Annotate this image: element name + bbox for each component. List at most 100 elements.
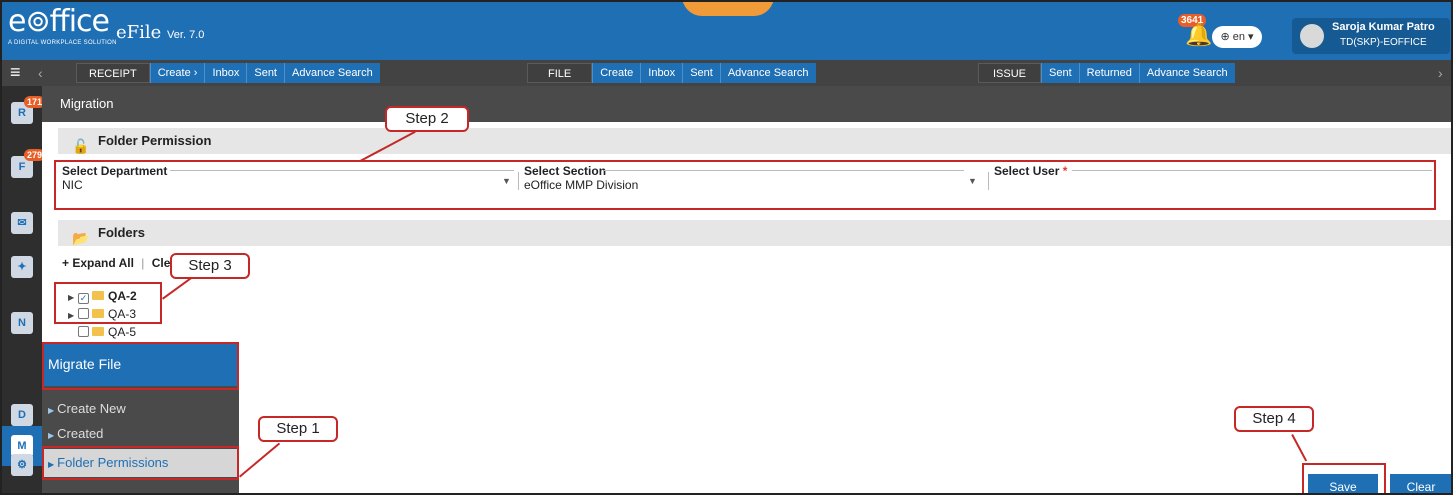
nav-issue-head[interactable]: ISSUE	[978, 63, 1042, 83]
user-role: TD(SKP)-EOFFICE	[1340, 37, 1427, 48]
clear-selection-button[interactable]: Cle	[152, 256, 171, 270]
folders-title: Folders	[98, 225, 145, 240]
tree-toolbar: + Expand All | Cle	[62, 256, 170, 270]
eoffice-logo: e⊚ffice A DIGITAL WORKPLACE SOLUTION eFi…	[8, 4, 204, 47]
caret-right-icon[interactable]: ▶	[68, 290, 78, 306]
nav-receipt-sent[interactable]: Sent	[246, 63, 284, 83]
folder-permission-header: 🔓 Folder Permission	[58, 128, 1451, 154]
folder-icon	[92, 291, 104, 300]
left-rail: R 171 F 279 ✉ ✦ N M D ⚙	[2, 86, 46, 493]
app-version: Ver. 7.0	[167, 29, 205, 41]
avatar	[1300, 24, 1324, 48]
folder-icon	[92, 309, 104, 318]
bell-icon[interactable]: 🔔	[1185, 22, 1212, 48]
menu-item-label: Create New	[57, 401, 126, 416]
nav-scroll-left-icon[interactable]: ‹	[38, 62, 52, 84]
folder-checkbox[interactable]	[78, 326, 89, 337]
caret-right-icon: ▶	[48, 431, 55, 440]
notification-icon[interactable]: N	[11, 312, 33, 334]
step3-callout: Step 3	[170, 253, 250, 279]
nav-receipt-inbox[interactable]: Inbox	[204, 63, 247, 83]
nav-group-receipt: RECEIPT Create › Inbox Sent Advance Sear…	[76, 63, 380, 83]
menu-item-folder-permissions[interactable]: ▶ Folder Permissions	[42, 449, 239, 477]
required-marker: *	[1062, 164, 1068, 178]
user-label-text: Select User	[994, 164, 1060, 178]
clear-button[interactable]: Clear	[1390, 474, 1451, 493]
department-label: Select Department	[62, 164, 168, 178]
folder-name: QA-3	[108, 307, 137, 321]
app-window: e⊚ffice A DIGITAL WORKPLACE SOLUTION eFi…	[0, 0, 1453, 495]
dsc-icon-visible[interactable]: D	[11, 404, 33, 426]
field-underline	[604, 170, 964, 171]
save-button[interactable]: Save	[1308, 474, 1378, 493]
folder-tree-item[interactable]: ▶ QA-3	[68, 306, 136, 322]
menu-item-created[interactable]: ▶ Created	[48, 423, 103, 445]
folder-checkbox[interactable]: ✓	[78, 293, 89, 304]
nav-receipt-advance-search[interactable]: Advance Search	[284, 63, 380, 83]
department-value[interactable]: NIC	[62, 178, 512, 192]
main-content: Migration 🔓 Folder Permission Select Dep…	[42, 86, 1451, 493]
expand-all-button[interactable]: + Expand All	[62, 256, 134, 270]
caret-right-icon: ▶	[48, 460, 55, 469]
nav-file-create[interactable]: Create	[592, 63, 641, 83]
app-header: e⊚ffice A DIGITAL WORKPLACE SOLUTION eFi…	[2, 2, 1451, 60]
nav-issue-sent[interactable]: Sent	[1041, 63, 1079, 83]
logo-tagline: A DIGITAL WORKPLACE SOLUTION	[8, 40, 117, 46]
field-separator	[988, 172, 989, 190]
language-selector[interactable]: ⊕ en ▾	[1212, 26, 1262, 48]
toolbar-separator: |	[141, 256, 145, 270]
folder-tree-item[interactable]: ▶ ✓ QA-2	[68, 288, 137, 304]
logo-text: e⊚ffice	[8, 4, 110, 39]
nav-file-inbox[interactable]: Inbox	[640, 63, 683, 83]
nav-scroll-right-icon[interactable]: ›	[1438, 62, 1443, 84]
menu-item-create-new[interactable]: ▶ Create New	[48, 398, 126, 420]
unlock-icon: 🔓	[72, 138, 90, 154]
department-field[interactable]: Select Department NIC ▼	[62, 164, 514, 192]
menu-item-label: Folder Permissions	[57, 455, 169, 470]
main-navbar: ≡ ‹ RECEIPT Create › Inbox Sent Advance …	[2, 60, 1451, 86]
section-field[interactable]: Select Section eOffice MMP Division ▼	[518, 164, 980, 192]
field-separator	[518, 172, 519, 190]
nav-file-advance-search[interactable]: Advance Search	[719, 63, 816, 83]
user-menu[interactable]: Saroja Kumar Patro TD(SKP)-EOFFICE	[1292, 18, 1450, 54]
page-title: Migration	[42, 86, 1451, 122]
section-label: Select Section	[524, 164, 607, 178]
field-underline	[170, 170, 514, 171]
nav-issue-returned[interactable]: Returned	[1078, 63, 1139, 83]
nav-group-file: FILE Create Inbox Sent Advance Search	[527, 63, 816, 83]
step1-callout: Step 1	[258, 416, 338, 442]
folder-name: QA-2	[108, 289, 137, 303]
folder-tree-item[interactable]: QA-5	[68, 324, 136, 340]
caret-right-icon: ▶	[48, 406, 55, 415]
app-name-text: eFile	[116, 22, 162, 43]
header-pull-tab[interactable]	[682, 2, 774, 16]
dak-icon[interactable]: ✉	[11, 212, 33, 234]
folder-checkbox[interactable]	[78, 308, 89, 319]
nav-issue-advance-search[interactable]: Advance Search	[1138, 63, 1235, 83]
chevron-down-icon[interactable]: ▼	[502, 176, 511, 186]
nav-file-head[interactable]: FILE	[527, 63, 593, 83]
folders-header: 📂 Folders	[58, 220, 1451, 246]
user-name: Saroja Kumar Patro	[1332, 21, 1435, 33]
nav-receipt-create[interactable]: Create ›	[149, 63, 205, 83]
admin-icon[interactable]: ✦	[11, 256, 33, 278]
section-value[interactable]: eOffice MMP Division	[524, 178, 980, 192]
menu-item-label: Created	[57, 426, 104, 441]
nav-file-sent[interactable]: Sent	[682, 63, 720, 83]
nav-receipt-head[interactable]: RECEIPT	[76, 63, 150, 83]
folder-name: QA-5	[108, 325, 137, 339]
field-underline	[1072, 170, 1432, 171]
hamburger-icon[interactable]: ≡	[10, 63, 28, 82]
folder-open-icon: 📂	[72, 230, 90, 246]
caret-right-icon[interactable]: ▶	[68, 308, 78, 324]
menu-title[interactable]: Migrate File	[42, 342, 239, 386]
nav-group-issue: ISSUE Sent Returned Advance Search	[978, 63, 1235, 83]
step4-callout: Step 4	[1234, 406, 1314, 432]
chevron-down-icon[interactable]: ▼	[968, 176, 977, 186]
user-label: Select User *	[994, 164, 1434, 178]
user-field[interactable]: Select User *	[988, 164, 1434, 192]
migrate-file-menu: Migrate File ▶ Create New ▶ Created ▶ Folde…	[42, 342, 239, 493]
step2-callout: Step 2	[385, 106, 469, 132]
folder-icon	[92, 327, 104, 336]
settings-gear-icon[interactable]: ⚙	[11, 454, 33, 476]
